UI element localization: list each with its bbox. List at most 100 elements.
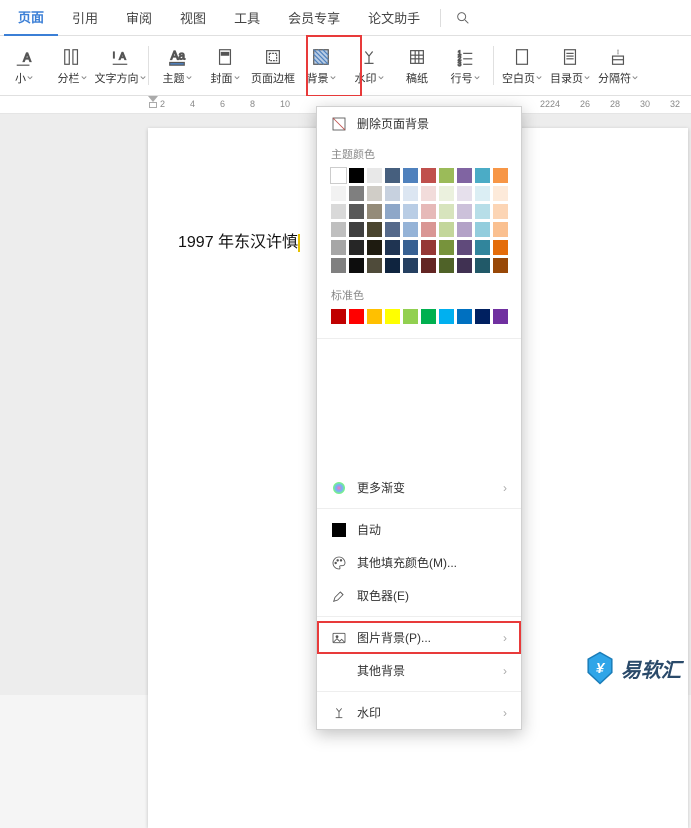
tab-引用[interactable]: 引用 (58, 0, 112, 36)
tool-columns[interactable]: 分栏 (48, 40, 96, 91)
tool-toc-page[interactable]: 目录页 (546, 40, 594, 91)
color-swatch[interactable] (367, 258, 382, 273)
color-swatch[interactable] (493, 204, 508, 219)
search-icon[interactable] (455, 10, 471, 26)
color-swatch[interactable] (403, 240, 418, 255)
color-swatch[interactable] (439, 309, 454, 324)
color-swatch[interactable] (331, 186, 346, 201)
color-swatch[interactable] (457, 240, 472, 255)
color-swatch[interactable] (457, 309, 472, 324)
tab-工具[interactable]: 工具 (220, 0, 274, 36)
more-fill-colors[interactable]: 其他填充颜色(M)... (317, 546, 521, 579)
color-swatch[interactable] (475, 222, 490, 237)
tool-watermark[interactable]: 水印 (345, 40, 393, 91)
color-swatch[interactable] (475, 186, 490, 201)
color-swatch[interactable] (349, 240, 364, 255)
tab-页面[interactable]: 页面 (4, 0, 58, 36)
color-swatch[interactable] (457, 168, 472, 183)
color-swatch[interactable] (385, 168, 400, 183)
color-swatch[interactable] (367, 222, 382, 237)
color-swatch[interactable] (385, 186, 400, 201)
color-swatch[interactable] (403, 204, 418, 219)
color-swatch[interactable] (331, 204, 346, 219)
picture-background[interactable]: 图片背景(P)... › (317, 621, 521, 654)
color-swatch[interactable] (493, 168, 508, 183)
color-swatch[interactable] (403, 222, 418, 237)
color-swatch[interactable] (367, 186, 382, 201)
tool-line-number[interactable]: 123行号 (441, 40, 489, 91)
color-swatch[interactable] (457, 222, 472, 237)
tab-会员专享[interactable]: 会员专享 (274, 0, 354, 36)
color-swatch[interactable] (349, 204, 364, 219)
color-swatch[interactable] (457, 258, 472, 273)
color-swatch[interactable] (349, 222, 364, 237)
tab-审阅[interactable]: 审阅 (112, 0, 166, 36)
color-swatch[interactable] (385, 240, 400, 255)
color-swatch[interactable] (403, 309, 418, 324)
color-swatch[interactable] (457, 186, 472, 201)
color-swatch[interactable] (367, 204, 382, 219)
tool-shrink[interactable]: A小 (0, 40, 48, 91)
color-swatch[interactable] (439, 186, 454, 201)
color-swatch[interactable] (421, 186, 436, 201)
more-gradient[interactable]: 更多渐变 › (317, 471, 521, 504)
tool-text-direction[interactable]: IA文字方向 (96, 40, 144, 91)
color-swatch[interactable] (475, 204, 490, 219)
color-swatch[interactable] (475, 258, 490, 273)
color-swatch[interactable] (385, 309, 400, 324)
watermark-submenu[interactable]: 水印 › (317, 696, 521, 729)
tab-论文助手[interactable]: 论文助手 (354, 0, 434, 36)
color-swatch[interactable] (493, 186, 508, 201)
color-swatch[interactable] (475, 309, 490, 324)
tab-视图[interactable]: 视图 (166, 0, 220, 36)
color-swatch[interactable] (331, 258, 346, 273)
tool-background[interactable]: 背景 (297, 40, 345, 91)
tool-cover[interactable]: 封面 (201, 40, 249, 91)
color-swatch[interactable] (493, 240, 508, 255)
color-swatch[interactable] (421, 240, 436, 255)
color-swatch[interactable] (439, 168, 454, 183)
margin-marker[interactable] (148, 96, 158, 108)
color-swatch[interactable] (439, 204, 454, 219)
color-swatch[interactable] (439, 258, 454, 273)
delete-page-background[interactable]: 删除页面背景 (317, 107, 521, 140)
color-swatch[interactable] (349, 186, 364, 201)
color-swatch[interactable] (439, 222, 454, 237)
tool-separator[interactable]: 分隔符 (594, 40, 642, 91)
color-swatch[interactable] (403, 168, 418, 183)
tool-blank-page[interactable]: 空白页 (498, 40, 546, 91)
color-swatch[interactable] (403, 186, 418, 201)
color-swatch[interactable] (331, 309, 346, 324)
eyedropper[interactable]: 取色器(E) (317, 579, 521, 612)
color-swatch[interactable] (367, 168, 382, 183)
tool-page-border[interactable]: 页面边框 (249, 40, 297, 91)
color-swatch[interactable] (349, 168, 364, 183)
color-swatch[interactable] (421, 309, 436, 324)
color-swatch[interactable] (331, 240, 346, 255)
color-swatch[interactable] (457, 204, 472, 219)
color-swatch[interactable] (385, 222, 400, 237)
color-swatch[interactable] (385, 258, 400, 273)
color-swatch[interactable] (421, 258, 436, 273)
color-swatch[interactable] (421, 168, 436, 183)
auto-color[interactable]: 自动 (317, 513, 521, 546)
color-swatch[interactable] (493, 309, 508, 324)
color-swatch[interactable] (475, 240, 490, 255)
color-swatch[interactable] (349, 258, 364, 273)
color-swatch[interactable] (331, 168, 346, 183)
color-swatch[interactable] (493, 258, 508, 273)
color-swatch[interactable] (439, 240, 454, 255)
color-swatch[interactable] (403, 258, 418, 273)
color-swatch[interactable] (493, 222, 508, 237)
color-swatch[interactable] (421, 204, 436, 219)
color-swatch[interactable] (367, 309, 382, 324)
color-swatch[interactable] (421, 222, 436, 237)
color-swatch[interactable] (475, 168, 490, 183)
color-swatch[interactable] (367, 240, 382, 255)
color-swatch[interactable] (385, 204, 400, 219)
color-swatch[interactable] (349, 309, 364, 324)
color-swatch[interactable] (331, 222, 346, 237)
tool-manuscript[interactable]: 稿纸 (393, 40, 441, 91)
tool-theme[interactable]: Aa主题 (153, 40, 201, 91)
other-background[interactable]: 其他背景 › (317, 654, 521, 687)
